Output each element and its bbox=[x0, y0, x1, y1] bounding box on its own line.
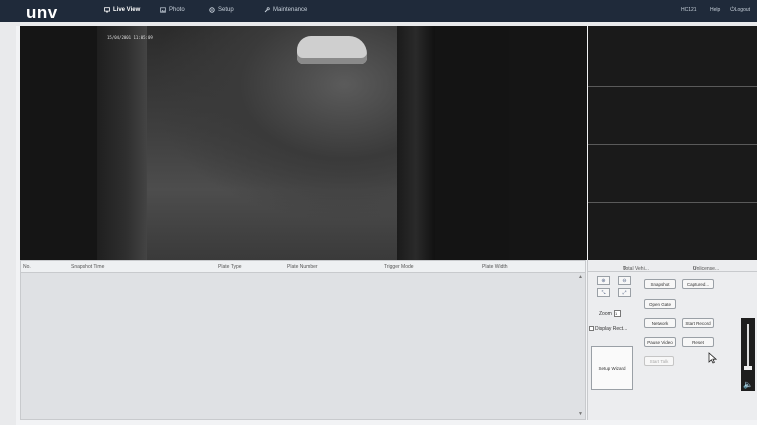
dark-area bbox=[435, 26, 509, 260]
unlicensed-label: Unlicense... bbox=[693, 266, 720, 272]
image-icon bbox=[160, 7, 166, 13]
nav-maintenance[interactable]: Maintenance bbox=[264, 7, 307, 13]
video-timestamp: 15/04/2001 11:05:09 bbox=[107, 35, 153, 40]
unlicensed-value: 0 bbox=[693, 266, 696, 272]
volume-control[interactable]: 🔈 bbox=[741, 318, 755, 391]
snapshot-records-table: No. Snapshot Time Plate Type Plate Numbe… bbox=[20, 260, 586, 420]
col-no: No. bbox=[23, 264, 31, 270]
zoom-in-icon: ⊕ bbox=[601, 277, 606, 284]
nav-live-view[interactable]: Live View bbox=[104, 7, 140, 13]
scroll-up-arrow[interactable]: ▲ bbox=[578, 274, 583, 280]
zoom-input[interactable]: 1 bbox=[614, 310, 621, 317]
pole bbox=[397, 26, 435, 260]
zoom-out-button[interactable]: ⊖ bbox=[618, 276, 631, 285]
network-label: Network bbox=[651, 320, 669, 326]
setup-wizard-label: Setup Wizard bbox=[598, 365, 626, 371]
table-header: No. Snapshot Time Plate Type Plate Numbe… bbox=[21, 261, 585, 273]
captured-button[interactable]: Captured... bbox=[682, 279, 714, 289]
shrink-button[interactable]: ⤡ bbox=[597, 288, 610, 297]
col-trigger-mode: Trigger Mode bbox=[384, 264, 414, 270]
nav-photo[interactable]: Photo bbox=[160, 7, 185, 13]
captured-label: Captured... bbox=[686, 281, 710, 287]
mouse-pointer-icon bbox=[708, 352, 718, 367]
col-plate-type: Plate Type bbox=[218, 264, 242, 270]
user-name: HC121 bbox=[681, 7, 697, 13]
display-rect-checkbox[interactable] bbox=[589, 326, 594, 331]
snapshot-button[interactable]: Snapshot bbox=[644, 279, 676, 289]
volume-slider-thumb[interactable] bbox=[744, 366, 752, 370]
monitor-icon bbox=[104, 7, 110, 13]
pause-video-label: Pause Video bbox=[647, 339, 673, 345]
brand-logo: unv bbox=[26, 3, 58, 22]
reset-label: Reset bbox=[692, 339, 704, 345]
start-record-button[interactable]: Start Record bbox=[682, 318, 714, 328]
zoom-label: Zoom bbox=[599, 311, 612, 317]
main-video-window[interactable]: 15/04/2001 11:05:09 bbox=[20, 26, 587, 260]
expand-button[interactable]: ⤢ bbox=[618, 288, 631, 297]
zoom-out-icon: ⊖ bbox=[622, 277, 627, 284]
start-record-label: Start Record bbox=[685, 320, 711, 326]
help-link[interactable]: Help bbox=[710, 7, 720, 13]
nav-live-view-label: Live View bbox=[113, 7, 141, 13]
network-button[interactable]: Network bbox=[644, 318, 676, 328]
nav-maintenance-label: Maintenance bbox=[273, 7, 308, 13]
tree-trunk bbox=[97, 26, 147, 260]
camera-pane-2[interactable] bbox=[588, 86, 757, 145]
control-panel: Total Vehi... 0 Unlicense... 0 ⊕ ⊖ ⤡ ⤢ Zo… bbox=[587, 260, 757, 420]
start-talk-label: Start Talk bbox=[649, 358, 669, 364]
gear-icon bbox=[209, 7, 215, 13]
live-video-frame: 15/04/2001 11:05:09 bbox=[97, 26, 509, 260]
pause-video-button[interactable]: Pause Video bbox=[644, 337, 676, 347]
speaker-icon[interactable]: 🔈 bbox=[741, 378, 755, 391]
top-navigation-bar: unv Live View Photo Setup Maintenance HC… bbox=[0, 0, 757, 22]
nav-photo-label: Photo bbox=[169, 7, 185, 13]
camera-pane-1[interactable] bbox=[588, 26, 757, 86]
col-plate-width: Plate Width bbox=[482, 264, 508, 270]
col-plate-number: Plate Number bbox=[287, 264, 318, 270]
logout-label: Logout bbox=[734, 7, 751, 13]
camera-pane-3[interactable] bbox=[588, 144, 757, 203]
zoom-in-button[interactable]: ⊕ bbox=[597, 276, 610, 285]
total-vehicles-label: Total Vehi... bbox=[623, 266, 649, 272]
volume-slider-track[interactable] bbox=[747, 324, 749, 370]
start-talk-button[interactable]: Start Talk bbox=[644, 356, 674, 366]
reset-button[interactable]: Reset bbox=[682, 337, 714, 347]
camera-pane-4[interactable] bbox=[588, 202, 757, 261]
open-gate-label: Open Gate bbox=[648, 301, 671, 307]
col-snapshot-time: Snapshot Time bbox=[71, 264, 105, 270]
nav-setup[interactable]: Setup bbox=[209, 7, 234, 13]
total-vehicles-value: 0 bbox=[623, 266, 626, 272]
parked-car bbox=[297, 36, 367, 64]
scroll-down-arrow[interactable]: ▼ bbox=[578, 411, 583, 417]
display-rect-label: Display Rect... bbox=[595, 326, 628, 332]
logout-link[interactable]: ⏻Logout bbox=[730, 7, 750, 14]
open-gate-button[interactable]: Open Gate bbox=[644, 299, 676, 309]
wrench-icon bbox=[264, 7, 270, 13]
nav-setup-label: Setup bbox=[218, 7, 234, 13]
snapshot-label: Snapshot bbox=[650, 281, 670, 287]
shrink-icon: ⤡ bbox=[601, 289, 606, 296]
setup-wizard-button[interactable]: Setup Wizard bbox=[591, 346, 633, 390]
side-camera-panels bbox=[588, 26, 757, 261]
stats-header: Total Vehi... 0 Unlicense... 0 bbox=[588, 260, 757, 272]
expand-icon: ⤢ bbox=[622, 289, 627, 296]
